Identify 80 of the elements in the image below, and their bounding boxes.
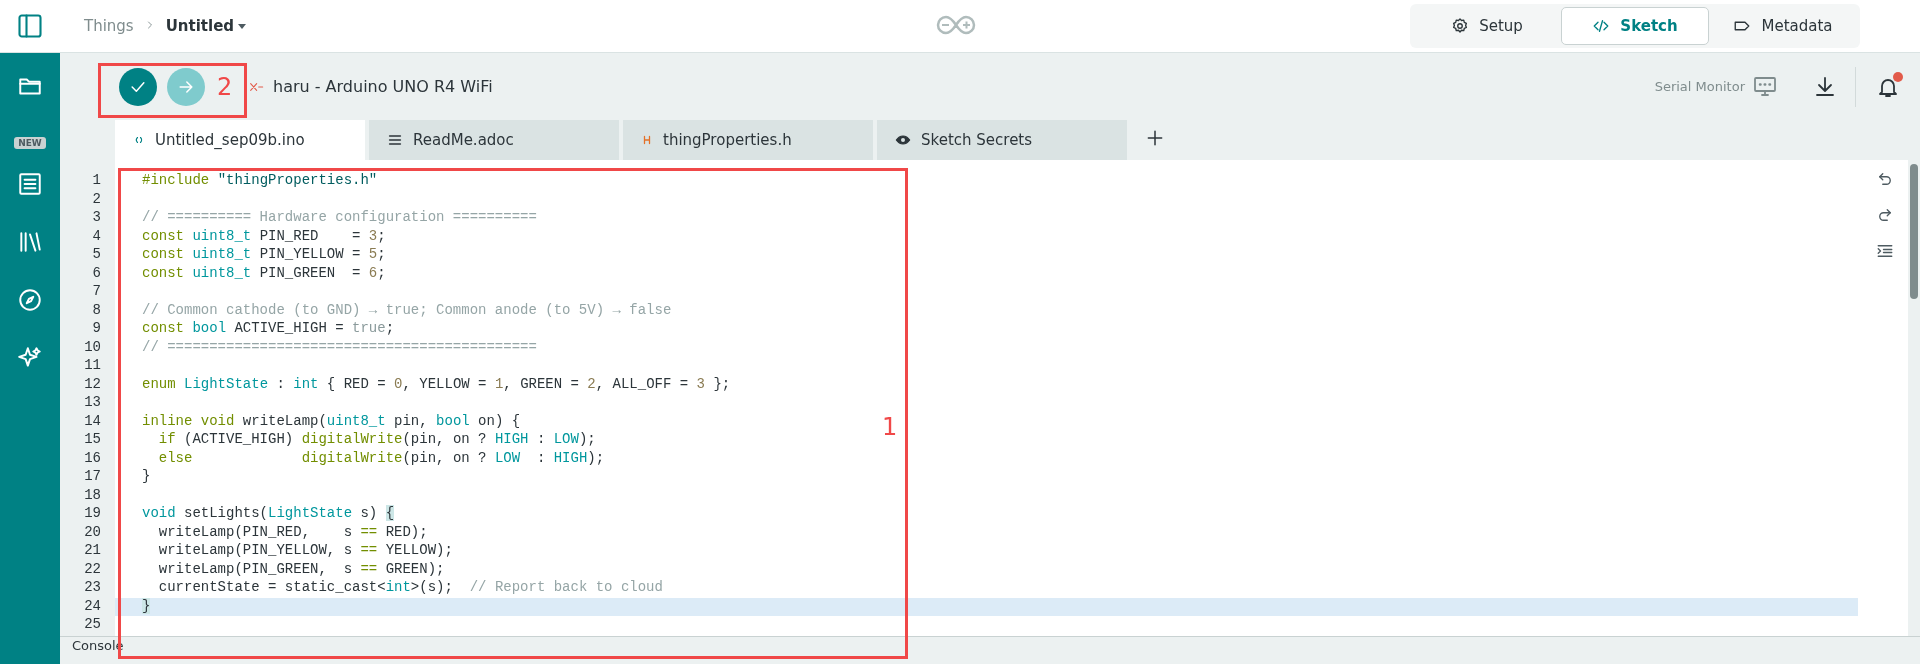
gear-icon <box>1451 17 1470 35</box>
annotation-label: 1 <box>882 413 898 441</box>
undo-icon <box>1876 170 1894 188</box>
line-number: 23 <box>83 579 102 597</box>
download-icon <box>1813 74 1837 99</box>
code-line: void setLights(LightState s) { <box>142 505 395 521</box>
line-number: 9 <box>91 320 102 338</box>
thing-name-dropdown[interactable]: Untitled <box>165 17 247 35</box>
line-number: 22 <box>83 560 102 579</box>
code-line: const uint8_t PIN_GREEN = 6; <box>142 264 386 281</box>
line-number: 15 <box>83 431 102 449</box>
eye-icon <box>895 132 911 148</box>
board-name[interactable]: haru - Arduino UNO R4 WiFi <box>273 77 493 96</box>
line-number: 4 <box>91 227 102 246</box>
line-number: 7 <box>91 283 102 301</box>
indent-icon <box>1876 242 1894 260</box>
code-line: } <box>142 468 151 484</box>
code-line: const uint8_t PIN_YELLOW = 5; <box>142 246 386 262</box>
code-line: writeLamp(PIN_RED, s == RED); <box>157 523 428 540</box>
code-line: writeLamp(PIN_YELLOW, s == YELLOW); <box>157 542 453 558</box>
list-icon <box>17 171 43 197</box>
code-line: inline void writeLamp(uint8_t pin, bool on) { <box>142 412 521 429</box>
code-line: writeLamp(PIN_GREEN, s == GREEN); <box>157 560 445 577</box>
code-line: // ========== Hardware configuration ========== <box>142 209 537 225</box>
annotation-label: 2 <box>217 73 233 101</box>
caret-icon <box>238 23 247 29</box>
line-number: 12 <box>83 375 102 394</box>
header-file-icon <box>641 134 653 146</box>
compass-icon <box>17 287 43 313</box>
redo-button[interactable] <box>1876 206 1894 224</box>
code-line: enum LightState : int { RED = 0, YELLOW = 1, GREEN = 2, ALL_OFF = 3 }; <box>142 375 731 392</box>
line-number: 20 <box>83 523 102 542</box>
view-tab[interactable]: Metadata <box>1709 7 1857 45</box>
code-line: else digitalWrite(pin, on ? LOW : HIGH); <box>157 449 605 466</box>
line-number: 3 <box>91 209 102 227</box>
code-line: // ============================================ <box>142 338 537 355</box>
panel-icon <box>16 12 44 40</box>
line-number: 25 <box>83 616 102 634</box>
line-number: 21 <box>83 542 102 560</box>
file-tab[interactable]: ReadMe.adoc <box>369 120 619 160</box>
code-line: #include "thingProperties.h" <box>142 172 378 188</box>
code-line: currentState = static_cast<int>(s); // Report back to cloud <box>157 579 663 595</box>
infinity-logo-icon <box>936 14 976 36</box>
line-number: 10 <box>83 338 102 357</box>
breadcrumb-link[interactable]: Things <box>84 17 134 35</box>
code-line: // Common cathode (to GND) → true; Common anode (to 5V) → false <box>142 301 672 318</box>
monitor-icon <box>1753 74 1777 99</box>
line-number: 19 <box>83 505 102 523</box>
new-badge: NEW <box>14 137 46 149</box>
line-number: 8 <box>91 301 102 320</box>
code-line: const uint8_t PIN_RED = 3; <box>142 227 386 244</box>
notification-dot <box>1893 71 1903 82</box>
line-number: 24 <box>83 597 102 616</box>
line-number: 13 <box>83 394 102 412</box>
scrollbar-thumb[interactable] <box>1910 164 1918 299</box>
code-icon <box>1592 17 1611 35</box>
line-number: 2 <box>91 190 102 209</box>
redo-icon <box>1876 206 1894 224</box>
line-number: 5 <box>91 246 102 264</box>
file-tab[interactable]: Untitled_sep09b.ino <box>115 120 365 160</box>
plus-icon <box>1145 128 1165 148</box>
books-icon <box>17 229 43 255</box>
code-line: const bool ACTIVE_HIGH = true; <box>142 320 395 336</box>
lines-icon <box>387 132 403 148</box>
line-number: 1 <box>91 172 102 190</box>
view-tab[interactable]: Setup <box>1413 7 1561 45</box>
indent-button[interactable] <box>1876 242 1894 260</box>
view-tab[interactable]: Sketch <box>1561 7 1709 45</box>
file-tab[interactable]: thingProperties.h <box>623 120 873 160</box>
line-number: 11 <box>83 357 102 375</box>
file-tab[interactable]: Sketch Secrets <box>877 120 1127 160</box>
code-line: if (ACTIVE_HIGH) digitalWrite(pin, on ? HIGH : LOW); <box>157 431 596 447</box>
line-number: 17 <box>83 468 102 486</box>
line-number: 16 <box>83 449 102 468</box>
line-number: 14 <box>83 412 102 431</box>
undo-button[interactable] <box>1876 170 1894 188</box>
verify-button[interactable] <box>119 67 157 106</box>
line-number: 6 <box>91 264 102 283</box>
code-file-icon <box>133 134 145 146</box>
line-number: 18 <box>83 486 102 505</box>
